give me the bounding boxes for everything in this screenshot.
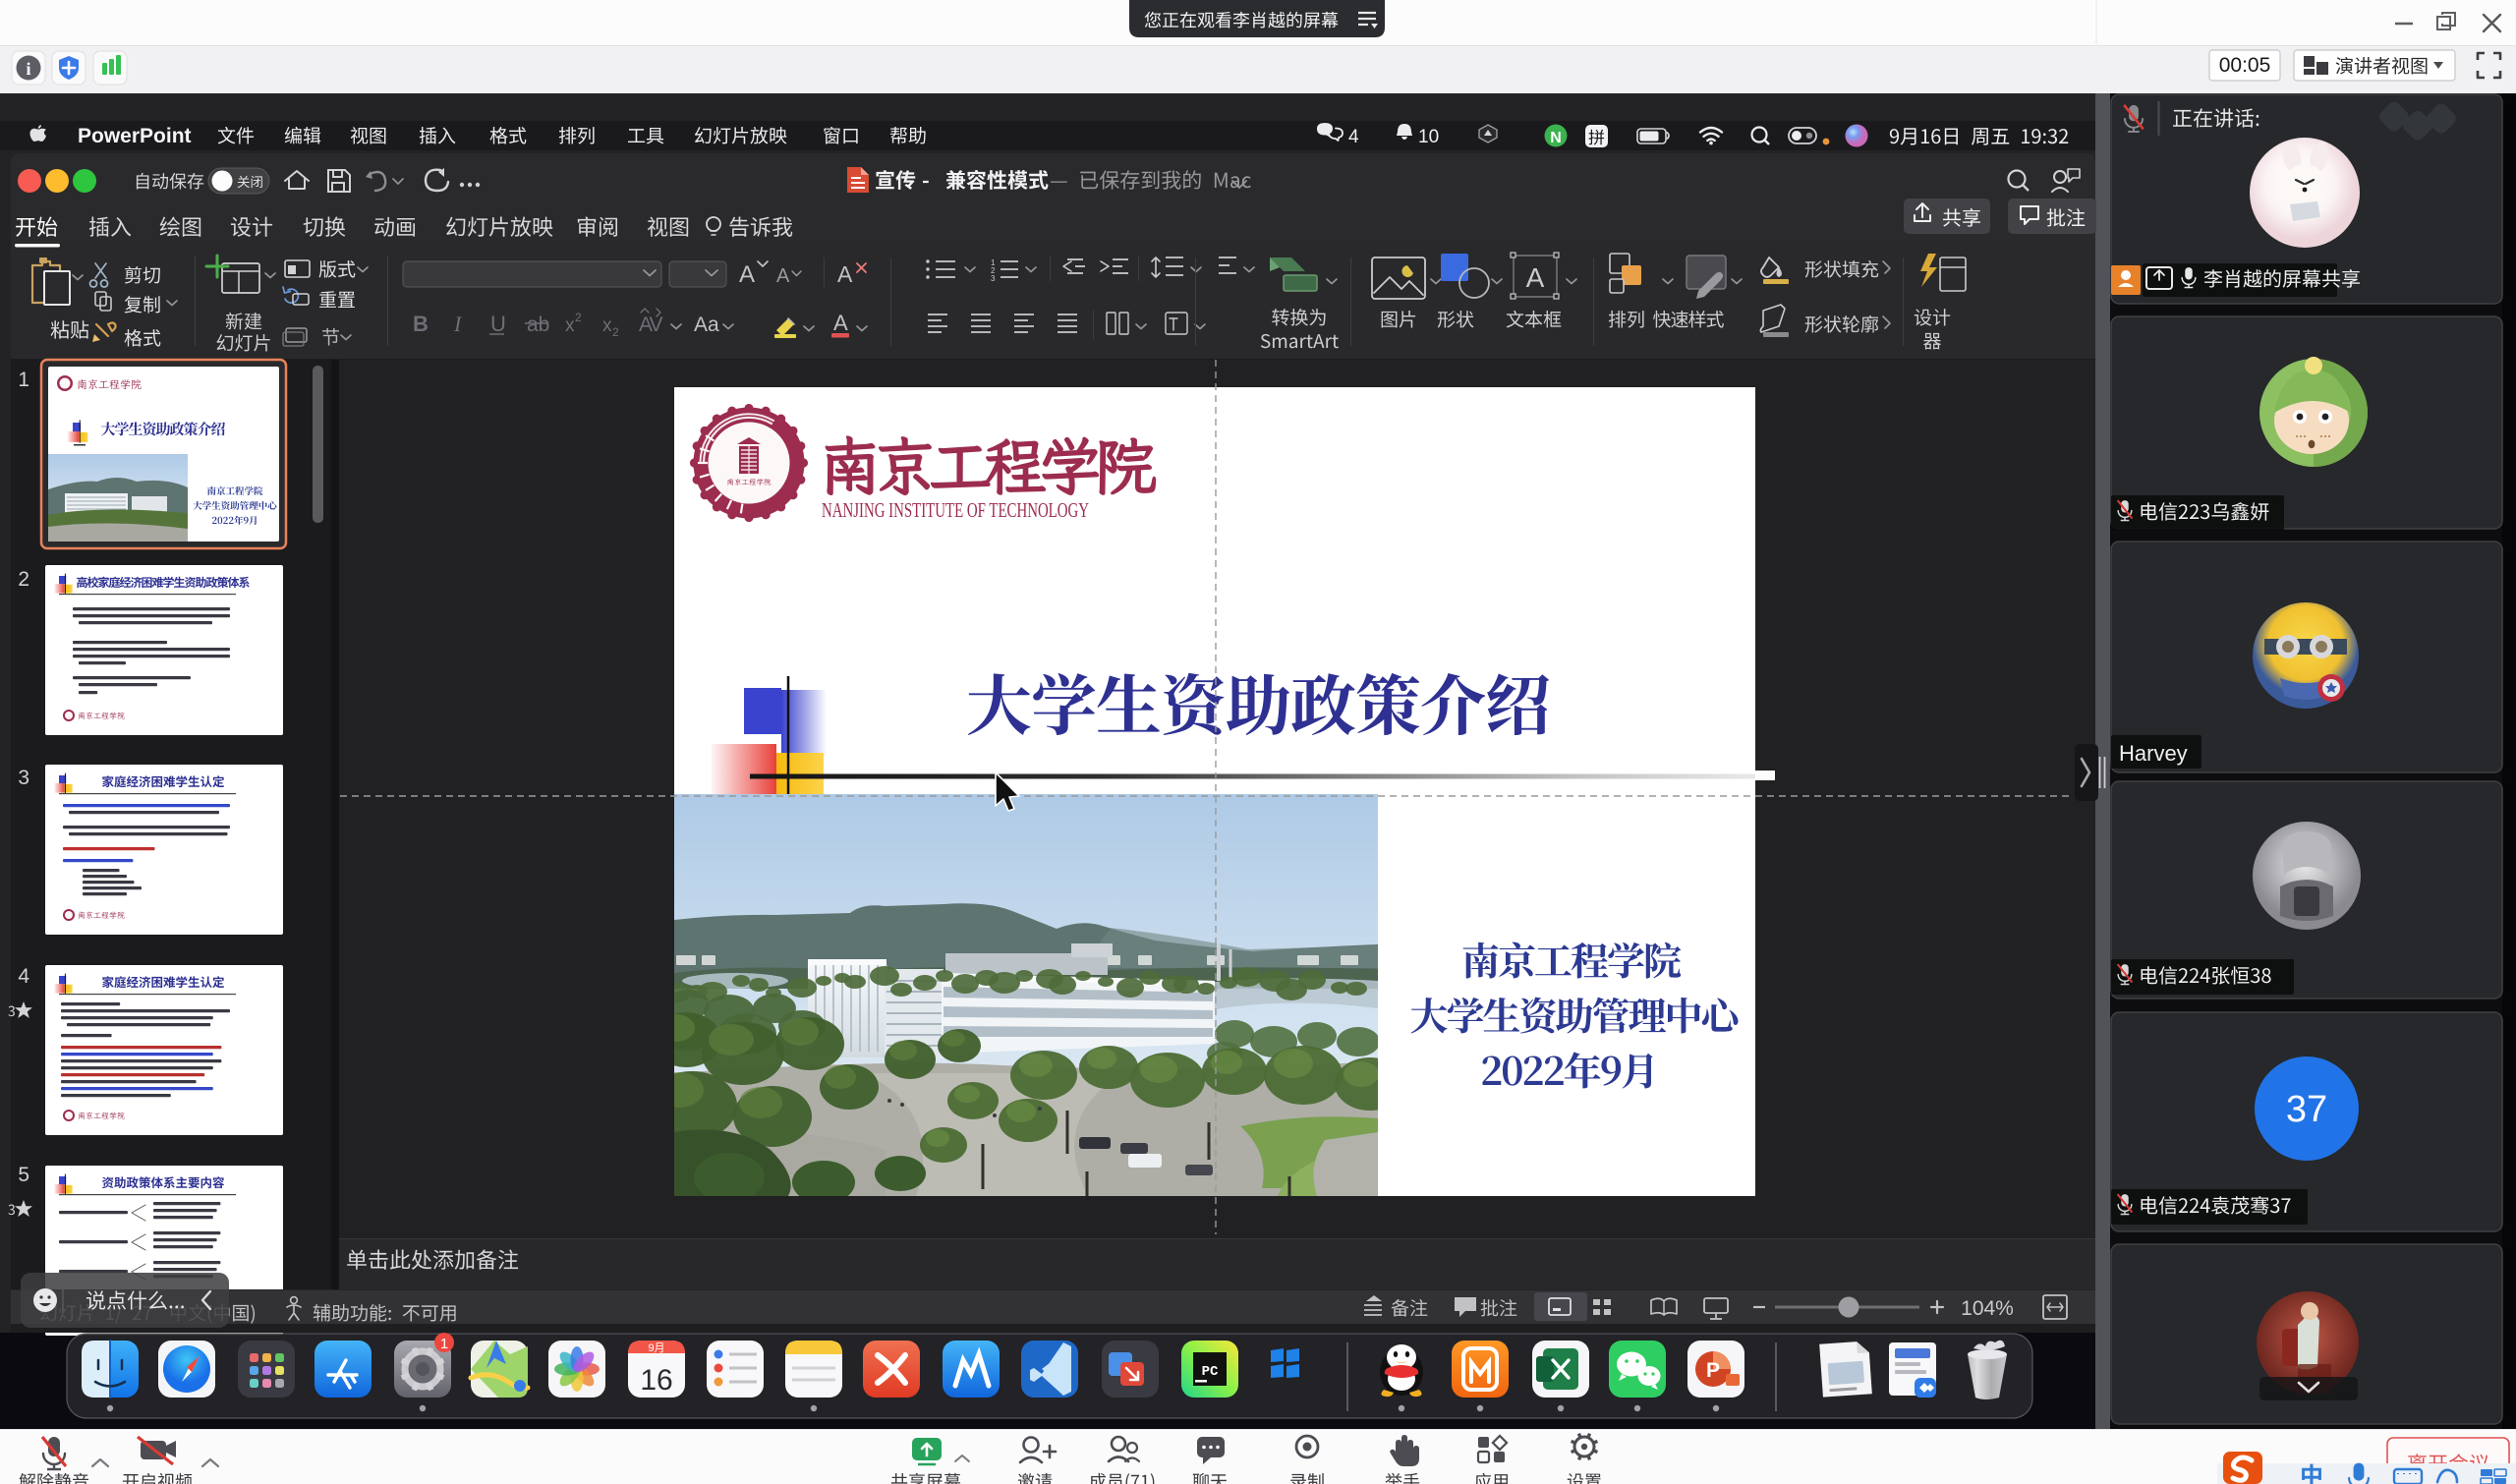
- svg-text:4: 4: [18, 965, 29, 988]
- svg-text:2: 2: [18, 568, 29, 591]
- svg-text:AV: AV: [639, 314, 662, 336]
- svg-text:3: 3: [18, 767, 29, 789]
- svg-text:B: B: [413, 312, 429, 336]
- svg-text:N: N: [1550, 130, 1562, 146]
- svg-text:3: 3: [991, 274, 996, 283]
- svg-text:NANJING INSTITUTE OF TECHNOLOG: NANJING INSTITUTE OF TECHNOLOGY: [822, 498, 1089, 522]
- svg-text:x: x: [602, 315, 612, 336]
- svg-text:5: 5: [18, 1164, 29, 1186]
- svg-text:104%: 104%: [1961, 1297, 2014, 1320]
- svg-text:10: 10: [1418, 127, 1439, 147]
- svg-text:1: 1: [440, 1336, 448, 1352]
- svg-text:4: 4: [1348, 127, 1359, 147]
- svg-text:37: 37: [2286, 1089, 2327, 1130]
- svg-text:A: A: [1526, 262, 1545, 293]
- svg-text:1: 1: [18, 369, 29, 391]
- svg-text:A: A: [776, 265, 790, 287]
- svg-text:2: 2: [612, 325, 619, 339]
- svg-text:U: U: [490, 312, 506, 336]
- svg-text:9月: 9月: [648, 1342, 664, 1354]
- svg-text:i: i: [26, 59, 30, 79]
- svg-text:PC: PC: [1202, 1364, 1219, 1380]
- svg-text:P: P: [1706, 1359, 1720, 1382]
- svg-text:00:05: 00:05: [2219, 54, 2271, 77]
- svg-text:ab: ab: [527, 314, 549, 336]
- svg-text:Aa: Aa: [694, 314, 719, 336]
- svg-text:A: A: [837, 261, 853, 287]
- svg-text:x: x: [565, 315, 575, 336]
- svg-text:A: A: [739, 261, 755, 288]
- svg-text:A: A: [833, 311, 848, 335]
- svg-text:2: 2: [575, 311, 582, 324]
- svg-text:PowerPoint: PowerPoint: [78, 125, 192, 147]
- svg-text:16: 16: [640, 1364, 672, 1397]
- svg-text:Harvey: Harvey: [2119, 741, 2188, 766]
